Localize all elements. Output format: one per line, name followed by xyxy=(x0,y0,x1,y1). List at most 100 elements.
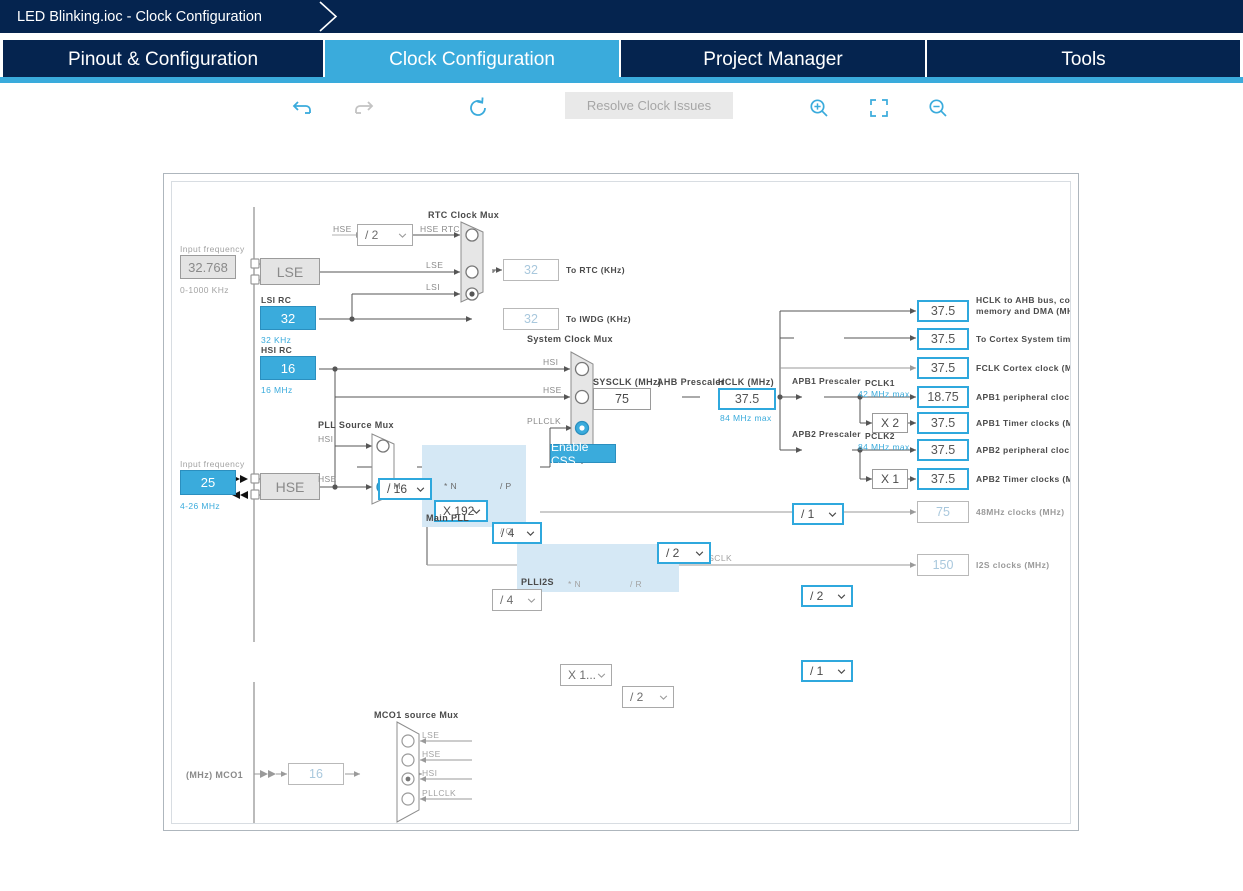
to-rtc-output-value: 32 xyxy=(503,259,559,281)
hclk-value-field[interactable]: 37.5 xyxy=(718,388,776,410)
lse-range-label: 0-1000 KHz xyxy=(180,285,229,295)
pll-mux-input-hse: HSE xyxy=(318,474,337,484)
main-pll-region-label: Main PLL xyxy=(426,513,470,523)
apb2-prescaler-title: APB2 Prescaler xyxy=(792,429,861,439)
refresh-icon[interactable] xyxy=(464,94,492,122)
mco1-mux-input-hsi: HSI xyxy=(422,768,438,778)
pclk1-label: PCLK1 xyxy=(865,378,895,388)
mco1-output-label: (MHz) MCO1 xyxy=(186,770,243,780)
ahb-prescaler-combo[interactable]: / 2 xyxy=(657,542,711,564)
zoom-out-icon[interactable] xyxy=(924,94,952,122)
output-value-apb2-timer[interactable]: 37.5 xyxy=(917,468,969,490)
pll-source-mux-title: PLL Source Mux xyxy=(318,420,394,430)
chevron-down-icon xyxy=(472,509,481,514)
apb1-timer-multiplier-box: X 2 xyxy=(872,413,908,433)
hsi-rc-unit-label: 16 MHz xyxy=(261,385,293,395)
tab-tools[interactable]: Tools xyxy=(927,40,1240,80)
lsi-rc-value-box[interactable]: 32 xyxy=(260,306,316,330)
chevron-down-icon xyxy=(837,669,846,674)
output-label-fclk: FCLK Cortex clock (MHz) xyxy=(976,363,1070,373)
to-iwdg-output-value: 32 xyxy=(503,308,559,330)
mco1-source-mux-title: MCO1 source Mux xyxy=(374,710,459,720)
chevron-down-icon xyxy=(837,594,846,599)
lse-source-box[interactable]: LSE xyxy=(260,258,320,285)
pll-m-divider-combo[interactable]: / 16 xyxy=(378,478,432,500)
rtc-clock-mux-title: RTC Clock Mux xyxy=(428,210,500,220)
chevron-down-icon xyxy=(527,598,536,603)
clock-diagram-inner: Input frequency 32.768 0-1000 KHz LSE HS… xyxy=(171,181,1071,824)
output-label-apb1-timer: APB1 Timer clocks (MHz) xyxy=(976,418,1070,428)
hse-range-label: 4-26 MHz xyxy=(180,501,221,511)
output-label-i2s: I2S clocks (MHz) xyxy=(976,560,1050,570)
lsi-rc-unit-label: 32 KHz xyxy=(261,335,292,345)
output-label-hclk-ahb: HCLK to AHB bus, core,memory and DMA (MH… xyxy=(976,295,1071,316)
clock-diagram-canvas[interactable]: Input frequency 32.768 0-1000 KHz LSE HS… xyxy=(163,173,1079,831)
window-title: LED Blinking.ioc - Clock Configuration xyxy=(17,8,262,25)
undo-icon[interactable] xyxy=(289,94,317,122)
sysmux-input-pllclk: PLLCLK xyxy=(527,416,562,426)
output-label-cortex-timer: To Cortex System timer (MHz) xyxy=(976,334,1071,344)
chevron-down-icon xyxy=(416,487,425,492)
mco1-mux-input-pllclk: PLLCLK xyxy=(422,788,457,798)
output-value-hclk-ahb[interactable]: 37.5 xyxy=(917,300,969,322)
cortex-timer-prescaler-combo[interactable]: / 1 xyxy=(792,503,844,525)
tab-clock-configuration[interactable]: Clock Configuration xyxy=(325,40,621,80)
pll-q-divider-combo[interactable]: / 4 xyxy=(492,589,542,611)
apb2-timer-multiplier-box: X 1 xyxy=(872,469,908,489)
chevron-down-icon xyxy=(695,551,704,556)
ahb-prescaler-value: / 2 xyxy=(666,546,680,560)
to-iwdg-output-label: To IWDG (KHz) xyxy=(566,314,631,324)
pll-p-label: / P xyxy=(500,481,512,491)
hse-input-frequency-field[interactable]: 25 xyxy=(180,470,236,495)
pll-mux-input-hsi: HSI xyxy=(318,434,334,444)
tab-label: Clock Configuration xyxy=(389,49,555,70)
output-value-cortex-timer[interactable]: 37.5 xyxy=(917,328,969,350)
apb2-prescaler-value: / 1 xyxy=(810,664,824,678)
hse-rtc-divider-combo[interactable]: / 2 xyxy=(357,224,413,246)
output-value-apb1-peripheral[interactable]: 18.75 xyxy=(917,386,969,408)
hse-rtc-input-label: HSE xyxy=(333,224,352,234)
title-bar: LED Blinking.ioc - Clock Configuration xyxy=(0,0,1243,33)
mco1-mux-input-hse: HSE xyxy=(422,749,441,759)
tab-pinout-configuration[interactable]: Pinout & Configuration xyxy=(3,40,325,80)
hclk-label: HCLK (MHz) xyxy=(718,377,774,387)
lse-input-frequency-field[interactable]: 32.768 xyxy=(180,255,236,279)
mco1-output-value: 16 xyxy=(288,763,344,785)
tab-project-manager[interactable]: Project Manager xyxy=(621,40,927,80)
sysclk-value-field[interactable]: 75 xyxy=(593,388,651,410)
hsi-rc-value-box[interactable]: 16 xyxy=(260,356,316,380)
plli2s-r-divider-combo[interactable]: / 2 xyxy=(622,686,674,708)
chevron-down-icon xyxy=(828,512,837,517)
hse-source-box[interactable]: HSE xyxy=(260,473,320,500)
plli2s-r-label: / R xyxy=(630,579,643,589)
apb1-prescaler-combo[interactable]: / 2 xyxy=(801,585,853,607)
plli2s-r-value: / 2 xyxy=(630,690,644,704)
output-label-apb1-peripheral: APB1 peripheral clocks (MHz) xyxy=(976,392,1070,402)
hse-rtc-divider-value: / 2 xyxy=(365,228,379,242)
fit-to-screen-icon[interactable] xyxy=(865,94,893,122)
lse-input-frequency-label: Input frequency xyxy=(180,244,245,254)
chevron-down-icon xyxy=(597,673,606,678)
rtc-mux-input-lsi: LSI xyxy=(426,282,440,292)
mco1-mux-input-lse: LSE xyxy=(422,730,440,740)
resolve-clock-issues-button[interactable]: Resolve Clock Issues xyxy=(565,92,733,119)
cortex-timer-prescaler-value: / 1 xyxy=(801,507,815,521)
pclk1-max-label: 42 MHz max xyxy=(858,389,910,399)
output-value-fclk[interactable]: 37.5 xyxy=(917,357,969,379)
enable-css-button[interactable]: Enable CSS xyxy=(550,440,616,468)
pll-n-label: * N xyxy=(444,481,458,491)
zoom-in-icon[interactable] xyxy=(805,94,833,122)
apb2-prescaler-combo[interactable]: / 1 xyxy=(801,660,853,682)
tab-label: Project Manager xyxy=(703,49,843,70)
chevron-down-icon xyxy=(526,531,535,536)
output-value-apb1-timer[interactable]: 37.5 xyxy=(917,412,969,434)
pclk2-max-label: 84 MHz max xyxy=(858,442,910,452)
breadcrumb-arrow-icon xyxy=(319,1,338,32)
output-label-apb2-timer: APB2 Timer clocks (MHz) xyxy=(976,474,1070,484)
output-value-apb2-peripheral[interactable]: 37.5 xyxy=(917,439,969,461)
tab-label: Tools xyxy=(1061,49,1106,70)
sysmux-input-hse: HSE xyxy=(543,385,562,395)
plli2s-n-multiplier-combo[interactable]: X 1... xyxy=(560,664,612,686)
rtc-mux-input-hse-rtc: HSE RTC xyxy=(420,224,460,234)
output-value-48mhz: 75 xyxy=(917,501,969,523)
